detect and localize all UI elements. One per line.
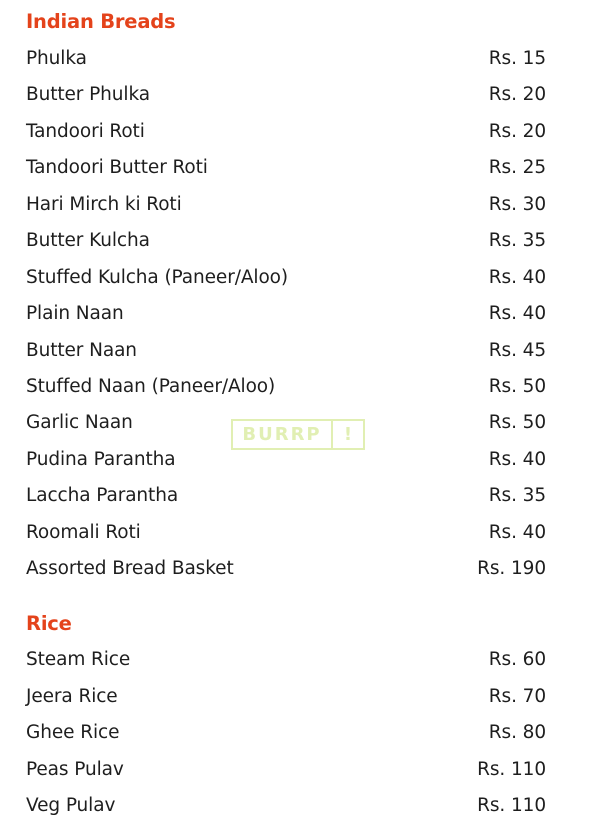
menu-item: Butter Phulka Rs. 20: [26, 81, 546, 109]
item-price: Rs. 35: [488, 230, 546, 251]
item-name: Garlic Naan: [26, 412, 133, 433]
item-price: Rs. 40: [488, 522, 546, 543]
item-price: Rs. 30: [488, 194, 546, 215]
item-name: Ghee Rice: [26, 722, 120, 743]
menu-item: Roomali Roti Rs. 40: [26, 519, 546, 547]
item-name: Butter Naan: [26, 340, 137, 361]
item-price: Rs. 25: [488, 157, 546, 178]
section-title: Indian Breads: [26, 10, 176, 33]
item-name: Roomali Roti: [26, 522, 141, 543]
menu-item: Tandoori Butter Roti Rs. 25: [26, 154, 546, 182]
item-name: Veg Pulav: [26, 795, 116, 816]
item-price: Rs. 110: [477, 759, 546, 780]
item-name: Butter Kulcha: [26, 230, 150, 251]
item-price: Rs. 40: [488, 303, 546, 324]
item-name: Jeera Rice: [26, 686, 118, 707]
menu-item: Ghee Rice Rs. 80: [26, 719, 546, 747]
item-price: Rs. 50: [488, 376, 546, 397]
item-name: Laccha Parantha: [26, 485, 179, 506]
item-price: Rs. 20: [488, 84, 546, 105]
menu-item: Steam Rice Rs. 60: [26, 646, 546, 674]
item-name: Phulka: [26, 48, 87, 69]
watermark-text: BURRP: [231, 419, 333, 450]
item-price: Rs. 35: [488, 485, 546, 506]
item-price: Rs. 50: [488, 412, 546, 433]
item-name: Steam Rice: [26, 649, 131, 670]
menu-item: Assorted Bread Basket Rs. 190: [26, 555, 546, 583]
menu-item: Laccha Parantha Rs. 35: [26, 482, 546, 510]
item-price: Rs. 60: [488, 649, 546, 670]
menu-item: Veg Pulav Rs. 110: [26, 792, 546, 820]
menu-item: Stuffed Kulcha (Paneer/Aloo) Rs. 40: [26, 264, 546, 292]
item-name: Stuffed Kulcha (Paneer/Aloo): [26, 267, 288, 288]
menu-item: Phulka Rs. 15: [26, 45, 546, 73]
menu-item: Butter Naan Rs. 45: [26, 337, 546, 365]
item-price: Rs. 45: [488, 340, 546, 361]
item-name: Tandoori Roti: [26, 121, 145, 142]
item-price: Rs. 15: [488, 48, 546, 69]
item-name: Assorted Bread Basket: [26, 558, 234, 579]
menu-item: Peas Pulav Rs. 110: [26, 756, 546, 784]
item-name: Plain Naan: [26, 303, 124, 324]
item-price: Rs. 40: [488, 449, 546, 470]
item-name: Butter Phulka: [26, 84, 150, 105]
item-price: Rs. 190: [477, 558, 546, 579]
item-price: Rs. 70: [488, 686, 546, 707]
menu-item: Tandoori Roti Rs. 20: [26, 118, 546, 146]
item-price: Rs. 80: [488, 722, 546, 743]
item-price: Rs. 110: [477, 795, 546, 816]
item-name: Pudina Parantha: [26, 449, 176, 470]
menu-item: Butter Kulcha Rs. 35: [26, 227, 546, 255]
menu-item: Plain Naan Rs. 40: [26, 300, 546, 328]
item-name: Tandoori Butter Roti: [26, 157, 208, 178]
menu-item: Hari Mirch ki Roti Rs. 30: [26, 191, 546, 219]
menu-item: Jeera Rice Rs. 70: [26, 683, 546, 711]
watermark-logo: BURRP !: [231, 418, 367, 451]
section-title: Rice: [26, 612, 72, 635]
watermark-mark: !: [333, 419, 365, 450]
item-name: Stuffed Naan (Paneer/Aloo): [26, 376, 276, 397]
item-name: Peas Pulav: [26, 759, 124, 780]
menu-item: Stuffed Naan (Paneer/Aloo) Rs. 50: [26, 373, 546, 401]
item-price: Rs. 40: [488, 267, 546, 288]
item-name: Hari Mirch ki Roti: [26, 194, 182, 215]
item-price: Rs. 20: [488, 121, 546, 142]
